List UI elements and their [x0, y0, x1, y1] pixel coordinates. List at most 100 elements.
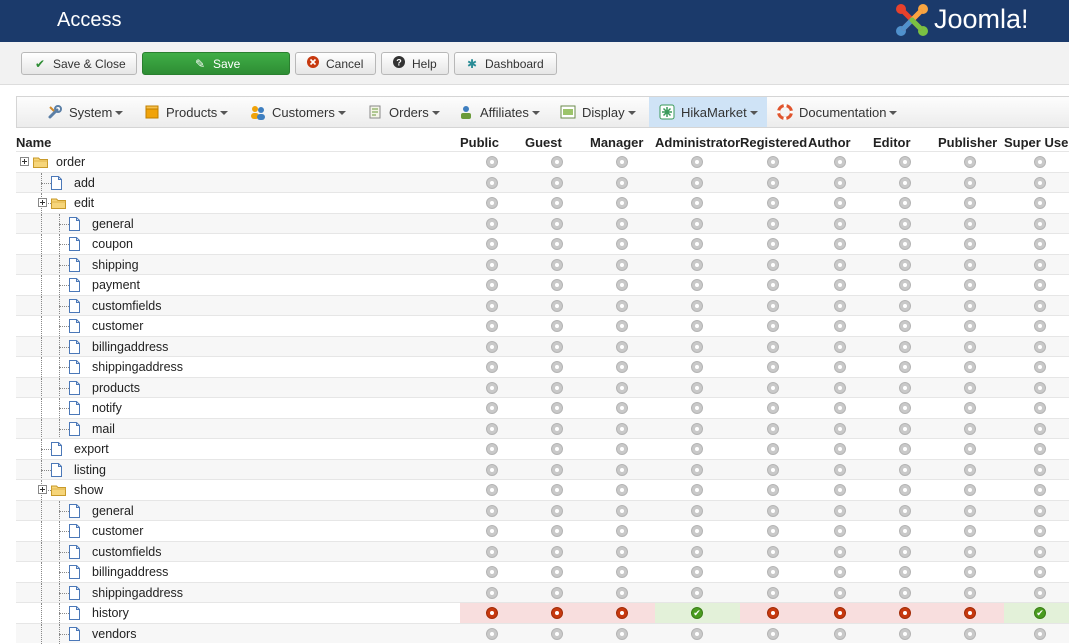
expand-icon[interactable]	[38, 198, 47, 207]
inherit-radio-icon[interactable]	[551, 177, 563, 189]
inherit-radio-icon[interactable]	[767, 238, 779, 250]
inherit-radio-icon[interactable]	[834, 525, 846, 537]
inherit-radio-icon[interactable]	[899, 382, 911, 394]
inherit-radio-icon[interactable]	[1034, 341, 1046, 353]
inherit-radio-icon[interactable]	[1034, 320, 1046, 332]
tree-node-label[interactable]: history	[92, 606, 129, 620]
inherit-radio-icon[interactable]	[767, 279, 779, 291]
inherit-radio-icon[interactable]	[616, 525, 628, 537]
inherit-radio-icon[interactable]	[899, 464, 911, 476]
menu-customers[interactable]: Customers	[250, 97, 346, 127]
inherit-radio-icon[interactable]	[486, 587, 498, 599]
inherit-radio-icon[interactable]	[551, 505, 563, 517]
inherit-radio-icon[interactable]	[964, 566, 976, 578]
inherit-radio-icon[interactable]	[1034, 382, 1046, 394]
inherit-radio-icon[interactable]	[1034, 300, 1046, 312]
expand-icon[interactable]	[20, 157, 29, 166]
inherit-radio-icon[interactable]	[616, 566, 628, 578]
inherit-radio-icon[interactable]	[899, 546, 911, 558]
inherit-radio-icon[interactable]	[899, 341, 911, 353]
tree-node-label[interactable]: notify	[92, 401, 122, 415]
expand-icon[interactable]	[38, 485, 47, 494]
deny-radio-icon[interactable]	[551, 607, 563, 619]
inherit-radio-icon[interactable]	[767, 566, 779, 578]
inherit-radio-icon[interactable]	[834, 484, 846, 496]
inherit-radio-icon[interactable]	[616, 341, 628, 353]
inherit-radio-icon[interactable]	[551, 443, 563, 455]
inherit-radio-icon[interactable]	[899, 443, 911, 455]
inherit-radio-icon[interactable]	[899, 259, 911, 271]
inherit-radio-icon[interactable]	[551, 484, 563, 496]
inherit-radio-icon[interactable]	[551, 361, 563, 373]
inherit-radio-icon[interactable]	[486, 382, 498, 394]
tree-node-label[interactable]: billingaddress	[92, 565, 168, 579]
inherit-radio-icon[interactable]	[551, 402, 563, 414]
inherit-radio-icon[interactable]	[1034, 566, 1046, 578]
inherit-radio-icon[interactable]	[1034, 587, 1046, 599]
inherit-radio-icon[interactable]	[964, 177, 976, 189]
deny-radio-icon[interactable]	[899, 607, 911, 619]
tree-node-label[interactable]: customfields	[92, 299, 161, 313]
inherit-radio-icon[interactable]	[691, 300, 703, 312]
inherit-radio-icon[interactable]	[551, 279, 563, 291]
inherit-radio-icon[interactable]	[767, 218, 779, 230]
inherit-radio-icon[interactable]	[834, 443, 846, 455]
inherit-radio-icon[interactable]	[834, 177, 846, 189]
inherit-radio-icon[interactable]	[486, 505, 498, 517]
inherit-radio-icon[interactable]	[691, 423, 703, 435]
menu-hikamarket[interactable]: HikaMarket	[649, 97, 767, 127]
tree-node-label[interactable]: payment	[92, 278, 140, 292]
inherit-radio-icon[interactable]	[767, 587, 779, 599]
inherit-radio-icon[interactable]	[964, 628, 976, 640]
inherit-radio-icon[interactable]	[551, 525, 563, 537]
inherit-radio-icon[interactable]	[834, 566, 846, 578]
tree-node-label[interactable]: general	[92, 217, 134, 231]
inherit-radio-icon[interactable]	[899, 505, 911, 517]
inherit-radio-icon[interactable]	[834, 218, 846, 230]
inherit-radio-icon[interactable]	[616, 546, 628, 558]
inherit-radio-icon[interactable]	[1034, 238, 1046, 250]
inherit-radio-icon[interactable]	[767, 525, 779, 537]
inherit-radio-icon[interactable]	[691, 587, 703, 599]
inherit-radio-icon[interactable]	[1034, 177, 1046, 189]
inherit-radio-icon[interactable]	[1034, 361, 1046, 373]
inherit-radio-icon[interactable]	[616, 382, 628, 394]
tree-node-label[interactable]: order	[56, 155, 85, 169]
inherit-radio-icon[interactable]	[899, 566, 911, 578]
inherit-radio-icon[interactable]	[899, 218, 911, 230]
inherit-radio-icon[interactable]	[486, 402, 498, 414]
tree-node-label[interactable]: customfields	[92, 545, 161, 559]
inherit-radio-icon[interactable]	[834, 546, 846, 558]
inherit-radio-icon[interactable]	[964, 587, 976, 599]
inherit-radio-icon[interactable]	[486, 238, 498, 250]
inherit-radio-icon[interactable]	[964, 546, 976, 558]
tree-node-label[interactable]: general	[92, 504, 134, 518]
inherit-radio-icon[interactable]	[551, 197, 563, 209]
inherit-radio-icon[interactable]	[551, 156, 563, 168]
deny-radio-icon[interactable]	[767, 607, 779, 619]
inherit-radio-icon[interactable]	[964, 218, 976, 230]
inherit-radio-icon[interactable]	[1034, 628, 1046, 640]
inherit-radio-icon[interactable]	[1034, 525, 1046, 537]
inherit-radio-icon[interactable]	[691, 566, 703, 578]
inherit-radio-icon[interactable]	[767, 341, 779, 353]
inherit-radio-icon[interactable]	[834, 464, 846, 476]
inherit-radio-icon[interactable]	[616, 197, 628, 209]
inherit-radio-icon[interactable]	[486, 177, 498, 189]
inherit-radio-icon[interactable]	[616, 218, 628, 230]
inherit-radio-icon[interactable]	[964, 156, 976, 168]
inherit-radio-icon[interactable]	[767, 423, 779, 435]
inherit-radio-icon[interactable]	[486, 361, 498, 373]
inherit-radio-icon[interactable]	[767, 177, 779, 189]
inherit-radio-icon[interactable]	[551, 382, 563, 394]
inherit-radio-icon[interactable]	[899, 484, 911, 496]
inherit-radio-icon[interactable]	[616, 423, 628, 435]
inherit-radio-icon[interactable]	[767, 505, 779, 517]
deny-radio-icon[interactable]	[834, 607, 846, 619]
inherit-radio-icon[interactable]	[616, 505, 628, 517]
tree-node-label[interactable]: products	[92, 381, 140, 395]
inherit-radio-icon[interactable]	[899, 177, 911, 189]
tree-node-label[interactable]: customer	[92, 319, 143, 333]
inherit-radio-icon[interactable]	[486, 423, 498, 435]
inherit-radio-icon[interactable]	[616, 177, 628, 189]
